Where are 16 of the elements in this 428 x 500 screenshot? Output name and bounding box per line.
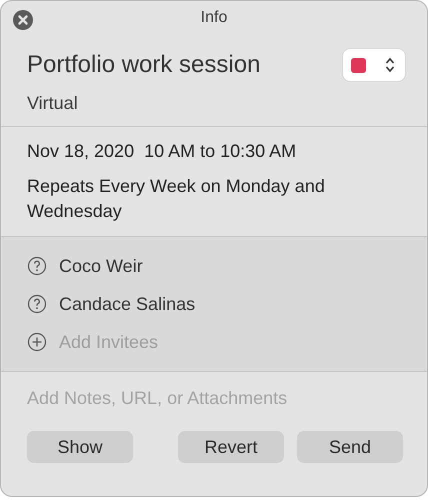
add-icon[interactable]: [27, 332, 47, 352]
invitee-name[interactable]: Candace Salinas: [59, 294, 196, 314]
close-icon[interactable]: [13, 10, 33, 30]
question-icon: [27, 256, 47, 276]
event-datetime[interactable]: Nov 18, 2020 10 AM to 10:30 AM: [27, 141, 403, 162]
question-icon: [27, 294, 47, 314]
window-title: Info: [200, 9, 228, 27]
action-button[interactable]: Send: [297, 431, 403, 463]
event-title[interactable]: Portfolio work session: [27, 51, 260, 79]
invitee-name[interactable]: Coco Weir: [59, 256, 143, 276]
chevron-updown-icon: [385, 57, 395, 73]
action-button[interactable]: Show: [27, 431, 133, 463]
event-location[interactable]: Virtual: [27, 93, 403, 114]
repeat-rule[interactable]: Repeats Every Week on Monday and Wednesday: [27, 174, 403, 224]
action-button[interactable]: Revert: [178, 431, 284, 463]
calendar-picker[interactable]: [343, 49, 405, 81]
